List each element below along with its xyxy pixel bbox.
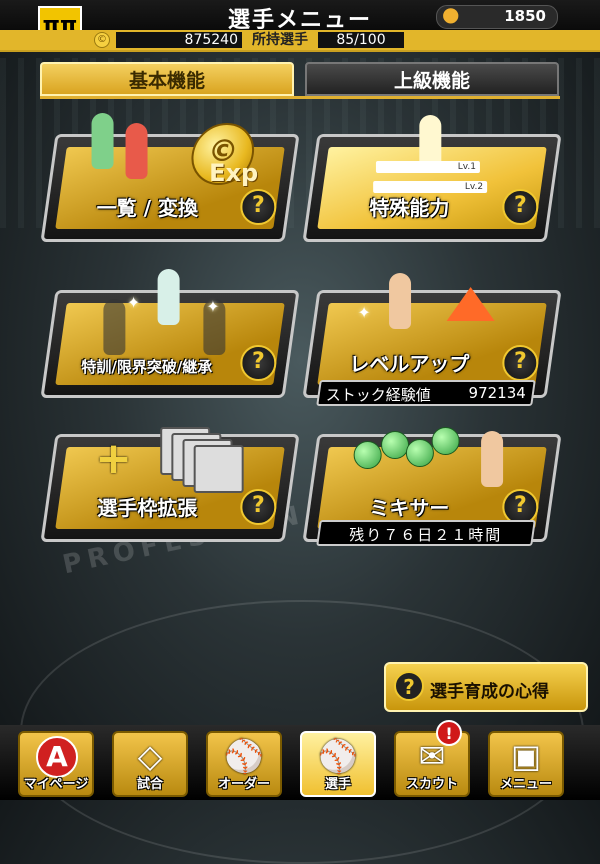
- menu-character-icon: ▣: [510, 737, 542, 775]
- ball-icon: [353, 441, 382, 469]
- nav-menu-label: メニュー: [499, 777, 552, 792]
- nav-order-label: オーダー: [217, 777, 270, 792]
- mixer-time-box: 残り７６日２１時間: [316, 520, 536, 546]
- arrow-up-icon: [446, 287, 495, 321]
- coin-value: 875240: [184, 32, 238, 48]
- sparkle-icon: ✦: [126, 293, 141, 312]
- gold-value: 1850: [504, 7, 546, 25]
- help-icon[interactable]: ?: [502, 345, 539, 381]
- stock-exp-box: ストック経験値 972134: [316, 380, 536, 406]
- stock-exp-label: ストック経験値: [325, 386, 431, 404]
- expand-roster-button[interactable]: + 選手枠拡張 ?: [40, 427, 300, 542]
- ball-icon: [381, 431, 410, 459]
- green-player-icon: [91, 113, 114, 169]
- training-tips-label: 選手育成の心得: [430, 682, 549, 702]
- nav-match-label: 試合: [136, 777, 163, 792]
- help-icon[interactable]: ?: [240, 189, 277, 225]
- special-ability-label: 特殊能力: [369, 196, 450, 220]
- stadium-icon: ◇: [137, 737, 163, 775]
- player-card-icon: [193, 445, 244, 493]
- silhouette-icon: [103, 299, 126, 355]
- nav-scout-label: スカウト: [405, 777, 458, 792]
- list-convert-button[interactable]: © Exp 一覧 / 変換 ?: [40, 113, 300, 242]
- plus-icon: +: [95, 433, 133, 484]
- nav-mypage-label: マイページ: [23, 777, 89, 792]
- help-icon[interactable]: ?: [240, 345, 277, 381]
- owned-players-label: 所持選手: [252, 32, 308, 48]
- player-icon: ⚾: [318, 737, 358, 775]
- stock-exp-value: 972134: [468, 384, 526, 402]
- exp-label: Exp: [209, 159, 259, 187]
- fielder-icon: [157, 269, 180, 325]
- sparkle-icon: ✦: [206, 297, 220, 316]
- nav-players[interactable]: ⚾ 選手: [300, 731, 376, 797]
- help-icon[interactable]: ?: [240, 489, 277, 525]
- stock-exp-row: ストック経験値 972134: [326, 384, 526, 405]
- lineup-icon: ⚾: [224, 737, 264, 775]
- red-player-icon: [125, 123, 148, 179]
- scout-notification-badge: !: [436, 720, 462, 746]
- mixer-remaining-time: 残り７６日２１時間: [349, 526, 503, 544]
- mixer-label: ミキサー: [369, 496, 450, 520]
- ball-icon: [431, 427, 460, 455]
- training-label: 特訓/限界突破/継承: [81, 358, 213, 376]
- special-ability-button[interactable]: Lv.1 Lv.2 特殊能力 ?: [302, 115, 562, 242]
- sparkle-icon: ✦: [357, 303, 371, 322]
- gold-icon: ●: [442, 2, 460, 26]
- expand-roster-label: 選手枠拡張: [97, 496, 198, 520]
- nav-match[interactable]: ◇ 試合: [112, 731, 188, 797]
- nav-order[interactable]: ⚾ オーダー: [206, 731, 282, 797]
- list-convert-label: 一覧 / 変換: [96, 196, 199, 220]
- training-tips-button[interactable]: ? 選手育成の心得: [384, 662, 588, 712]
- help-icon[interactable]: ?: [502, 189, 539, 225]
- nav-players-label: 選手: [324, 777, 351, 792]
- level-up-label: レベルアップ: [349, 352, 470, 376]
- mypage-icon: A: [36, 736, 78, 778]
- ball-icon: [405, 439, 434, 467]
- help-icon: ?: [394, 671, 424, 701]
- tab-underline: [40, 96, 560, 99]
- tab-advanced-functions[interactable]: 上級機能: [305, 62, 559, 96]
- nav-menu[interactable]: ▣ メニュー: [488, 731, 564, 797]
- nav-mypage[interactable]: A マイページ: [18, 731, 94, 797]
- coin-icon: ©: [94, 32, 110, 48]
- tab-basic-functions[interactable]: 基本機能: [40, 62, 294, 96]
- level-1-bar: Lv.1: [375, 161, 480, 173]
- catcher-icon: [389, 273, 412, 329]
- training-button[interactable]: ✦ ✦ 特訓/限界突破/継承 ?: [40, 269, 300, 398]
- batter-icon: [481, 431, 504, 487]
- owned-players-value: 85/100: [336, 32, 386, 48]
